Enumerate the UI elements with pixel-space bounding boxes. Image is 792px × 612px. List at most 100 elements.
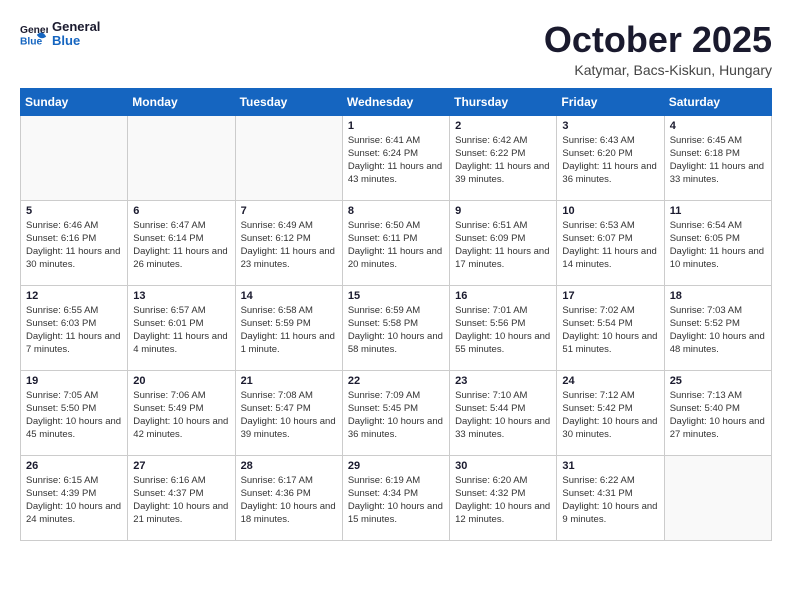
day-number: 8 bbox=[348, 205, 444, 217]
day-info: Sunrise: 6:45 AMSunset: 6:18 PMDaylight:… bbox=[670, 134, 766, 187]
day-info: Sunrise: 6:50 AMSunset: 6:11 PMDaylight:… bbox=[348, 219, 444, 272]
day-info: Sunrise: 7:03 AMSunset: 5:52 PMDaylight:… bbox=[670, 304, 766, 357]
day-cell-30: 30Sunrise: 6:20 AMSunset: 4:32 PMDayligh… bbox=[450, 455, 557, 540]
day-info: Sunrise: 6:16 AMSunset: 4:37 PMDaylight:… bbox=[133, 474, 229, 527]
day-info: Sunrise: 7:02 AMSunset: 5:54 PMDaylight:… bbox=[562, 304, 658, 357]
day-info: Sunrise: 6:47 AMSunset: 6:14 PMDaylight:… bbox=[133, 219, 229, 272]
day-cell-9: 9 Sunrise: 6:51 AMSunset: 6:09 PMDaylight… bbox=[450, 200, 557, 285]
day-cell-11: 11 Sunrise: 6:54 AMSunset: 6:05 PMDayligh… bbox=[664, 200, 771, 285]
day-cell-5: 5 Sunrise: 6:46 AMSunset: 6:16 PMDaylight… bbox=[21, 200, 128, 285]
day-number: 5 bbox=[26, 205, 122, 217]
day-cell-29: 29 Sunrise: 6:19 AMSunset: 4:34 PMDayligh… bbox=[342, 455, 449, 540]
empty-cell bbox=[21, 115, 128, 200]
logo: General Blue General Blue bbox=[20, 20, 100, 49]
day-info: Sunrise: 6:59 AMSunset: 5:58 PMDaylight:… bbox=[348, 304, 444, 357]
day-number: 23 bbox=[455, 375, 551, 387]
day-cell-13: 13Sunrise: 6:57 AMSunset: 6:01 PMDayligh… bbox=[128, 285, 235, 370]
day-number: 24 bbox=[562, 375, 658, 387]
location-text: Katymar, Bacs-Kiskun, Hungary bbox=[544, 62, 772, 78]
day-cell-17: 17 Sunrise: 7:02 AMSunset: 5:54 PMDayligh… bbox=[557, 285, 664, 370]
day-number: 28 bbox=[241, 460, 337, 472]
week-row-4: 19 Sunrise: 7:05 AMSunset: 5:50 PMDayligh… bbox=[21, 370, 772, 455]
logo-blue-text: Blue bbox=[52, 34, 100, 48]
weekday-header-friday: Friday bbox=[557, 88, 664, 115]
day-cell-16: 16Sunrise: 7:01 AMSunset: 5:56 PMDayligh… bbox=[450, 285, 557, 370]
week-row-3: 12Sunrise: 6:55 AMSunset: 6:03 PMDayligh… bbox=[21, 285, 772, 370]
day-cell-28: 28 Sunrise: 6:17 AMSunset: 4:36 PMDayligh… bbox=[235, 455, 342, 540]
day-cell-12: 12Sunrise: 6:55 AMSunset: 6:03 PMDayligh… bbox=[21, 285, 128, 370]
day-number: 3 bbox=[562, 120, 658, 132]
day-cell-27: 27 Sunrise: 6:16 AMSunset: 4:37 PMDayligh… bbox=[128, 455, 235, 540]
calendar-table: SundayMondayTuesdayWednesdayThursdayFrid… bbox=[20, 88, 772, 541]
day-cell-23: 23Sunrise: 7:10 AMSunset: 5:44 PMDayligh… bbox=[450, 370, 557, 455]
day-cell-19: 19 Sunrise: 7:05 AMSunset: 5:50 PMDayligh… bbox=[21, 370, 128, 455]
day-info: Sunrise: 7:08 AMSunset: 5:47 PMDaylight:… bbox=[241, 389, 337, 442]
day-number: 19 bbox=[26, 375, 122, 387]
day-number: 4 bbox=[670, 120, 766, 132]
day-number: 29 bbox=[348, 460, 444, 472]
day-info: Sunrise: 6:46 AMSunset: 6:16 PMDaylight:… bbox=[26, 219, 122, 272]
weekday-header-sunday: Sunday bbox=[21, 88, 128, 115]
day-info: Sunrise: 6:42 AMSunset: 6:22 PMDaylight:… bbox=[455, 134, 551, 187]
logo-icon: General Blue bbox=[20, 20, 48, 48]
day-info: Sunrise: 6:22 AMSunset: 4:31 PMDaylight:… bbox=[562, 474, 658, 527]
day-info: Sunrise: 7:05 AMSunset: 5:50 PMDaylight:… bbox=[26, 389, 122, 442]
page-header: General Blue General Blue October 2025 K… bbox=[20, 20, 772, 78]
weekday-header-row: SundayMondayTuesdayWednesdayThursdayFrid… bbox=[21, 88, 772, 115]
day-number: 7 bbox=[241, 205, 337, 217]
weekday-header-monday: Monday bbox=[128, 88, 235, 115]
day-info: Sunrise: 6:51 AMSunset: 6:09 PMDaylight:… bbox=[455, 219, 551, 272]
week-row-5: 26 Sunrise: 6:15 AMSunset: 4:39 PMDayligh… bbox=[21, 455, 772, 540]
day-info: Sunrise: 7:06 AMSunset: 5:49 PMDaylight:… bbox=[133, 389, 229, 442]
day-info: Sunrise: 7:01 AMSunset: 5:56 PMDaylight:… bbox=[455, 304, 551, 357]
day-info: Sunrise: 6:43 AMSunset: 6:20 PMDaylight:… bbox=[562, 134, 658, 187]
day-number: 27 bbox=[133, 460, 229, 472]
day-number: 25 bbox=[670, 375, 766, 387]
day-cell-4: 4 Sunrise: 6:45 AMSunset: 6:18 PMDaylight… bbox=[664, 115, 771, 200]
day-cell-26: 26 Sunrise: 6:15 AMSunset: 4:39 PMDayligh… bbox=[21, 455, 128, 540]
day-info: Sunrise: 7:09 AMSunset: 5:45 PMDaylight:… bbox=[348, 389, 444, 442]
weekday-header-saturday: Saturday bbox=[664, 88, 771, 115]
day-number: 1 bbox=[348, 120, 444, 132]
day-cell-10: 10 Sunrise: 6:53 AMSunset: 6:07 PMDayligh… bbox=[557, 200, 664, 285]
day-cell-14: 14 Sunrise: 6:58 AMSunset: 5:59 PMDayligh… bbox=[235, 285, 342, 370]
day-cell-18: 18Sunrise: 7:03 AMSunset: 5:52 PMDayligh… bbox=[664, 285, 771, 370]
day-number: 11 bbox=[670, 205, 766, 217]
day-info: Sunrise: 6:54 AMSunset: 6:05 PMDaylight:… bbox=[670, 219, 766, 272]
day-number: 15 bbox=[348, 290, 444, 302]
day-number: 9 bbox=[455, 205, 551, 217]
empty-cell bbox=[664, 455, 771, 540]
day-number: 30 bbox=[455, 460, 551, 472]
day-cell-2: 2Sunrise: 6:42 AMSunset: 6:22 PMDaylight… bbox=[450, 115, 557, 200]
weekday-header-wednesday: Wednesday bbox=[342, 88, 449, 115]
day-info: Sunrise: 7:13 AMSunset: 5:40 PMDaylight:… bbox=[670, 389, 766, 442]
day-info: Sunrise: 6:53 AMSunset: 6:07 PMDaylight:… bbox=[562, 219, 658, 272]
day-number: 14 bbox=[241, 290, 337, 302]
day-number: 10 bbox=[562, 205, 658, 217]
svg-text:Blue: Blue bbox=[20, 37, 43, 48]
day-cell-3: 3 Sunrise: 6:43 AMSunset: 6:20 PMDaylight… bbox=[557, 115, 664, 200]
day-info: Sunrise: 6:17 AMSunset: 4:36 PMDaylight:… bbox=[241, 474, 337, 527]
day-info: Sunrise: 6:58 AMSunset: 5:59 PMDaylight:… bbox=[241, 304, 337, 357]
week-row-2: 5 Sunrise: 6:46 AMSunset: 6:16 PMDaylight… bbox=[21, 200, 772, 285]
day-cell-22: 22 Sunrise: 7:09 AMSunset: 5:45 PMDayligh… bbox=[342, 370, 449, 455]
day-cell-1: 1 Sunrise: 6:41 AMSunset: 6:24 PMDaylight… bbox=[342, 115, 449, 200]
day-cell-20: 20Sunrise: 7:06 AMSunset: 5:49 PMDayligh… bbox=[128, 370, 235, 455]
day-number: 17 bbox=[562, 290, 658, 302]
day-number: 26 bbox=[26, 460, 122, 472]
week-row-1: 1 Sunrise: 6:41 AMSunset: 6:24 PMDaylight… bbox=[21, 115, 772, 200]
day-info: Sunrise: 6:15 AMSunset: 4:39 PMDaylight:… bbox=[26, 474, 122, 527]
empty-cell bbox=[128, 115, 235, 200]
day-info: Sunrise: 6:19 AMSunset: 4:34 PMDaylight:… bbox=[348, 474, 444, 527]
day-number: 31 bbox=[562, 460, 658, 472]
day-cell-7: 7 Sunrise: 6:49 AMSunset: 6:12 PMDaylight… bbox=[235, 200, 342, 285]
day-info: Sunrise: 7:12 AMSunset: 5:42 PMDaylight:… bbox=[562, 389, 658, 442]
day-number: 22 bbox=[348, 375, 444, 387]
day-cell-25: 25 Sunrise: 7:13 AMSunset: 5:40 PMDayligh… bbox=[664, 370, 771, 455]
day-cell-6: 6 Sunrise: 6:47 AMSunset: 6:14 PMDaylight… bbox=[128, 200, 235, 285]
empty-cell bbox=[235, 115, 342, 200]
day-info: Sunrise: 6:41 AMSunset: 6:24 PMDaylight:… bbox=[348, 134, 444, 187]
day-number: 6 bbox=[133, 205, 229, 217]
day-number: 21 bbox=[241, 375, 337, 387]
day-info: Sunrise: 6:49 AMSunset: 6:12 PMDaylight:… bbox=[241, 219, 337, 272]
